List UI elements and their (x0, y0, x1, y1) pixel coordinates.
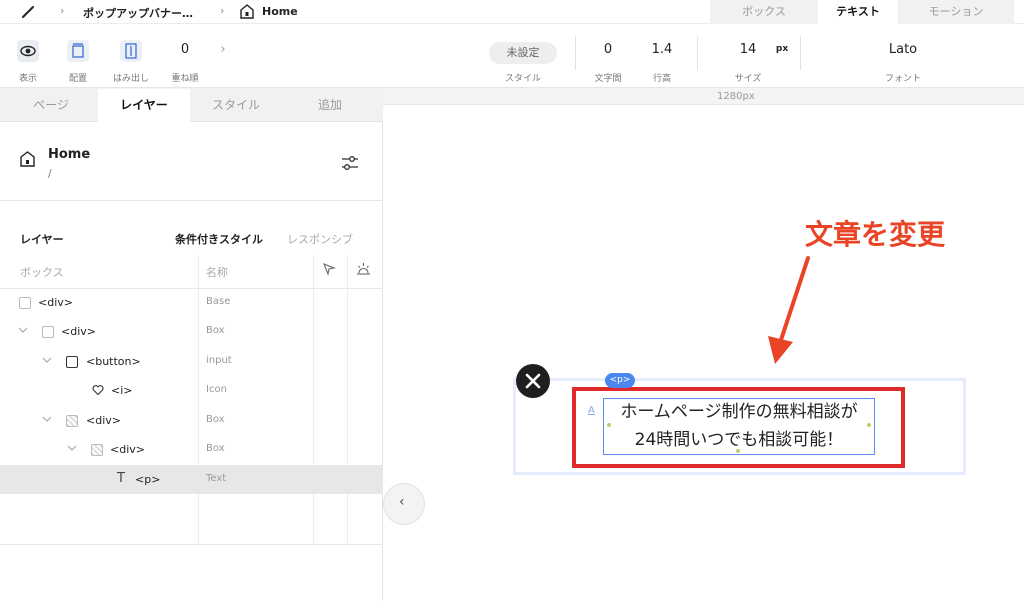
chevron-down-icon[interactable] (18, 326, 28, 334)
element-tag-badge[interactable]: <p> (605, 373, 635, 388)
chevron-down-icon[interactable] (67, 444, 77, 452)
toolbar: 表示 配置 はみ出し 0 重ね順 › 未設定 スタイル 0 文字間 1.4 行高… (0, 24, 1024, 88)
layer-checkbox[interactable] (19, 297, 31, 309)
line-height-label: 行高 (652, 74, 672, 84)
overflow-icon[interactable] (120, 40, 142, 62)
tab-add[interactable]: 追加 (284, 89, 376, 122)
chevron-right-icon: › (220, 4, 225, 17)
resize-handle[interactable] (867, 423, 871, 427)
letter-spacing-label: 文字間 (594, 74, 622, 84)
close-icon[interactable] (516, 364, 550, 398)
home-icon (20, 151, 35, 167)
font-size-input[interactable]: 14 (740, 42, 757, 57)
app-root: › ポップアップバナー… › Home ボックス テキスト モーション 表示 配… (0, 0, 1024, 601)
conditional-style-tab[interactable]: 条件付きスタイル (175, 231, 263, 247)
layer-type: Icon (206, 384, 227, 395)
eye-icon[interactable] (17, 40, 39, 62)
sunrise-icon[interactable] (356, 262, 371, 276)
breadcrumb-page[interactable]: Home (262, 5, 298, 18)
left-panel: ページ レイヤー スタイル 追加 Home / レイヤー 条件付きスタイル レス… (0, 89, 383, 601)
text-anchor-icon[interactable]: A (588, 405, 595, 416)
chevron-left-icon: ‹ (399, 494, 405, 510)
tab-styles[interactable]: スタイル (190, 89, 282, 122)
tab-layers[interactable]: レイヤー (98, 89, 190, 123)
show-label: 表示 (18, 74, 38, 84)
top-bar: › ポップアップバナー… › Home ボックス テキスト モーション (0, 0, 1024, 24)
layer-row[interactable]: <div> Box (0, 317, 383, 346)
layer-tag: <div> (110, 443, 145, 456)
annotation-text: 文章を変更 (805, 218, 946, 251)
order-label: 重ね順 (171, 74, 199, 84)
text-type-icon: T (117, 471, 125, 486)
layer-row[interactable]: <div> Base (0, 288, 383, 317)
column-box: ボックス (20, 266, 64, 279)
layer-type: Text (206, 473, 227, 484)
letter-spacing-input[interactable]: 0 (604, 42, 612, 57)
layer-row[interactable]: <i> Icon (0, 376, 383, 405)
layer-row[interactable]: <button> input (0, 347, 383, 376)
canvas: 1280px ‹ 文章を変更 <p> A ホームページ制作の無料相談が 24時間… (383, 89, 1024, 601)
layer-tag: <button> (86, 355, 141, 368)
paragraph-text[interactable]: ホームページ制作の無料相談が 24時間いつでも相談可能！ (605, 398, 873, 454)
layer-checkbox[interactable] (91, 444, 103, 456)
tab-box[interactable]: ボックス (710, 0, 818, 24)
overflow-label: はみ出し (112, 74, 150, 84)
resize-handle[interactable] (736, 449, 740, 453)
line-height-input[interactable]: 1.4 (652, 42, 673, 57)
chevron-right-icon: › (60, 4, 65, 17)
tab-pages[interactable]: ページ (5, 89, 97, 122)
text-line-1[interactable]: ホームページ制作の無料相談が (605, 398, 873, 426)
layer-tag: <i> (111, 384, 133, 397)
home-icon (240, 4, 254, 19)
panel-tabs: ページ レイヤー スタイル 追加 (0, 89, 383, 123)
layer-row[interactable]: <div> Box (0, 435, 383, 464)
column-name: 名称 (206, 266, 228, 279)
collapse-panel-button[interactable]: ‹ (383, 483, 425, 525)
resize-handle[interactable] (607, 423, 611, 427)
chevron-right-icon[interactable]: › (220, 42, 225, 57)
layer-type: Box (206, 325, 225, 336)
annotation-arrow (768, 256, 810, 364)
arrange-label: 配置 (68, 74, 88, 84)
layer-type: Box (206, 443, 225, 454)
tab-motion[interactable]: モーション (898, 0, 1014, 24)
tab-text[interactable]: テキスト (818, 0, 898, 24)
layer-checkbox[interactable] (42, 326, 54, 338)
edit-pencil-icon[interactable] (20, 4, 36, 20)
layer-tag: <div> (86, 414, 121, 427)
layer-checkbox[interactable] (66, 415, 78, 427)
style-select[interactable]: 未設定 (489, 42, 557, 64)
chevron-down-icon[interactable] (42, 415, 52, 423)
page-path: / (48, 167, 52, 180)
font-size-unit[interactable]: px (776, 44, 788, 54)
layers-heading: レイヤー (20, 233, 64, 246)
layer-tag: <div> (38, 296, 73, 309)
cursor-icon[interactable] (322, 262, 336, 276)
button-layer-icon[interactable] (66, 356, 78, 368)
font-select[interactable]: Lato (889, 42, 917, 57)
settings-sliders-icon[interactable] (341, 154, 359, 172)
heart-icon (92, 385, 104, 396)
style-label: スタイル (504, 74, 542, 84)
property-tabs: ボックス テキスト モーション (710, 0, 1014, 24)
current-page-block: Home / (0, 123, 383, 201)
layer-row-selected[interactable]: T <p> Text (0, 465, 383, 494)
chevron-down-icon[interactable] (42, 356, 52, 364)
layer-tag: <div> (61, 325, 96, 338)
page-title: Home (48, 147, 91, 162)
arrange-icon[interactable] (67, 40, 89, 62)
layer-type: Base (206, 296, 231, 307)
responsive-tab[interactable]: レスポンシブ (287, 231, 353, 247)
order-value[interactable]: 0 (181, 42, 189, 57)
layer-tag: <p> (135, 473, 161, 486)
layer-row[interactable]: <div> Box (0, 406, 383, 435)
layer-type: input (206, 355, 232, 366)
width-ruler: 1280px (383, 89, 1024, 105)
canvas-width-label: 1280px (717, 91, 755, 102)
breadcrumb-project[interactable]: ポップアップバナー… (83, 5, 193, 21)
font-label: フォント (884, 74, 922, 84)
layer-type: Box (206, 414, 225, 425)
font-size-label: サイズ (734, 74, 762, 84)
